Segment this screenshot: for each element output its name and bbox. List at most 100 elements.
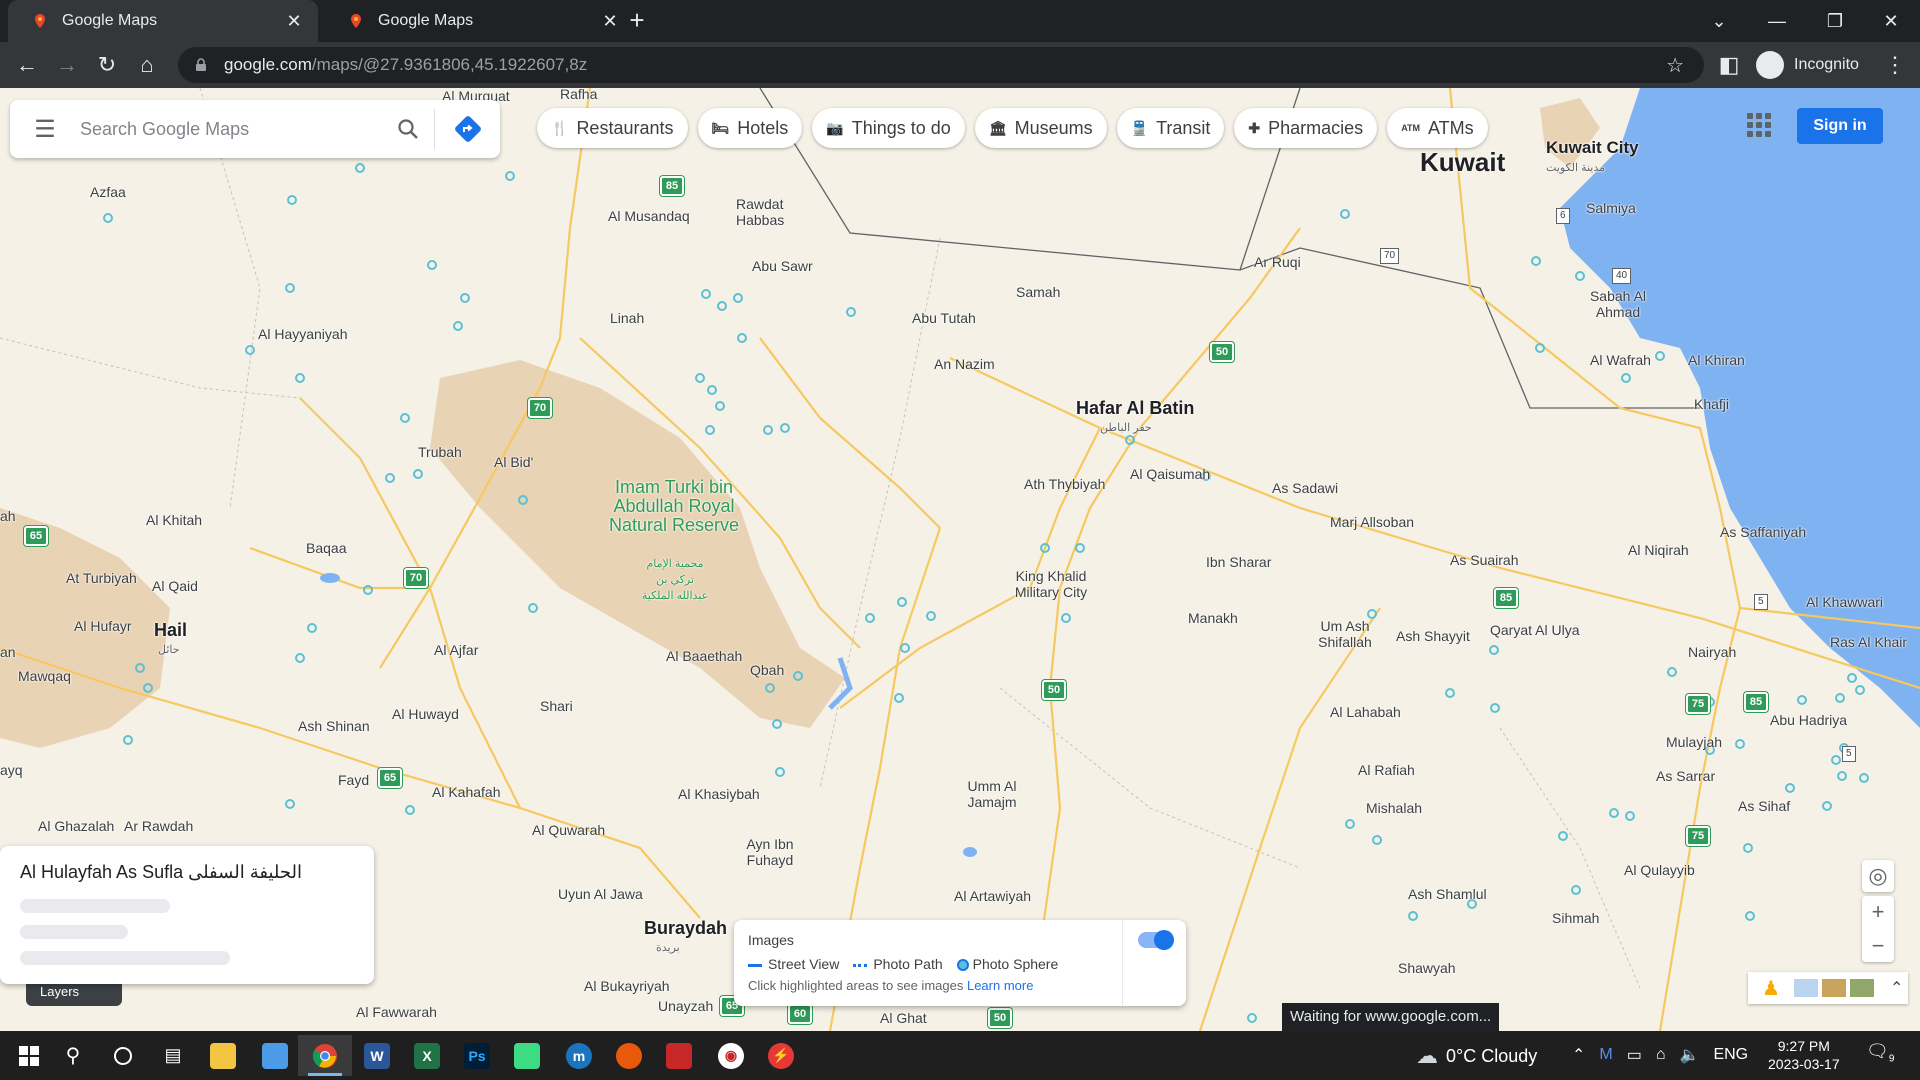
town-label[interactable]: Uyun Al Jawa	[558, 886, 643, 902]
language-indicator[interactable]: ENG	[1713, 1046, 1748, 1064]
town-label[interactable]: Ath Thybiyah	[1024, 476, 1105, 492]
imagery-thumbnail[interactable]	[1849, 979, 1874, 997]
town-label[interactable]: Mawqaq	[18, 668, 71, 684]
map-canvas[interactable]: Kuwait Kuwait City مدينة الكويت Salmiya …	[0, 88, 1920, 1031]
town-label[interactable]: Al Lahabah	[1330, 704, 1401, 720]
home-button[interactable]: ⌂	[132, 50, 162, 80]
app-icon[interactable]: m	[552, 1035, 606, 1076]
browser-tab[interactable]: Google Maps ✕	[8, 0, 318, 42]
my-location-icon[interactable]: ◎	[1862, 860, 1894, 892]
town-label[interactable]: Al Qaid	[152, 578, 198, 594]
town-label[interactable]: Al Huwayd	[392, 706, 459, 722]
town-label[interactable]: Al Wafrah	[1590, 352, 1651, 368]
town-label[interactable]: Al Kahafah	[432, 784, 501, 800]
town-label[interactable]: Baqaa	[306, 540, 346, 556]
town-label[interactable]: Al Hufayr	[74, 618, 132, 634]
chrome-icon[interactable]	[298, 1035, 352, 1076]
town-label[interactable]: Fayd	[338, 772, 369, 788]
town-label[interactable]: Mishalah	[1366, 800, 1422, 816]
town-label[interactable]: Um Ash Shifallah	[1310, 618, 1380, 650]
task-view-icon[interactable]: ▤	[146, 1035, 200, 1076]
town-label[interactable]: Linah	[610, 310, 644, 326]
back-button[interactable]: ←	[12, 50, 42, 80]
android-app-icon[interactable]	[500, 1035, 554, 1076]
town-label[interactable]: Al Qaisumah	[1130, 466, 1210, 482]
chip-hotels[interactable]: 🛏 Hotels	[697, 108, 803, 148]
tray-app-icon[interactable]: M	[1599, 1046, 1612, 1064]
zoom-out-button[interactable]: −	[1872, 933, 1885, 959]
town-label[interactable]: Shari	[540, 698, 573, 714]
town-label[interactable]: Ayn Ibn Fuhayd	[740, 836, 800, 868]
town-label[interactable]: Khafji	[1694, 396, 1729, 412]
town-label[interactable]: Umm Al Jamajm	[962, 778, 1022, 810]
city-label[interactable]: Hafar Al Batin	[1076, 399, 1194, 417]
town-label[interactable]: Al Bukayriyah	[584, 978, 670, 994]
app-icon[interactable]	[602, 1035, 656, 1076]
side-panel-icon[interactable]: ◧	[1714, 50, 1744, 80]
zoom-in-button[interactable]: +	[1872, 899, 1885, 925]
notification-icon[interactable]: 🗨9	[1866, 1041, 1894, 1065]
town-label[interactable]: Qbah	[750, 662, 784, 678]
city-label[interactable]: Hail	[154, 621, 187, 639]
learn-more-link[interactable]: Learn more	[967, 978, 1033, 993]
town-label[interactable]: ah	[0, 508, 16, 524]
town-label[interactable]: Al Hayyaniyah	[258, 326, 348, 342]
tray-chevron-icon[interactable]: ⌃	[1572, 1045, 1585, 1065]
town-label[interactable]: Rawdat Habbas	[736, 196, 796, 228]
control-panel-icon[interactable]	[248, 1035, 302, 1076]
weather-widget[interactable]: ☁ 0°C Cloudy	[1416, 1043, 1537, 1069]
chip-museums[interactable]: 🏛 Museums	[974, 108, 1107, 148]
network-icon[interactable]: ⌂	[1656, 1046, 1666, 1064]
pegman-icon[interactable]: ♟	[1762, 976, 1780, 1001]
town-label[interactable]: Al Quwarah	[532, 822, 605, 838]
browser-tab[interactable]: Google Maps ✕	[324, 0, 634, 42]
word-icon[interactable]: W	[350, 1035, 404, 1076]
town-label[interactable]: Al Bid'	[494, 454, 533, 470]
town-label[interactable]: Al Khawwari	[1806, 594, 1883, 610]
city-label[interactable]: Buraydah	[644, 919, 727, 937]
park-label[interactable]: Imam Turki bin Abdullah Royal Natural Re…	[599, 478, 749, 535]
town-label[interactable]: As Suairah	[1450, 552, 1518, 568]
incognito-profile[interactable]: Incognito	[1756, 47, 1859, 83]
file-explorer-icon[interactable]	[196, 1035, 250, 1076]
town-label[interactable]: Al Ajfar	[434, 642, 478, 658]
excel-icon[interactable]: X	[400, 1035, 454, 1076]
town-label[interactable]: Unayzah	[658, 998, 713, 1014]
media-player-icon[interactable]: ◉	[704, 1035, 758, 1076]
town-label[interactable]: Al Baaethah	[666, 648, 742, 664]
town-label[interactable]: Azfaa	[90, 184, 126, 200]
town-label[interactable]: King Khalid Military City	[1006, 568, 1096, 600]
town-label[interactable]: Sabah Al Ahmad	[1584, 288, 1652, 320]
close-tab-icon[interactable]: ✕	[600, 11, 620, 32]
address-bar[interactable]: google.com/maps/@27.9361806,45.1922607,8…	[178, 47, 1704, 83]
close-tab-icon[interactable]: ✕	[284, 11, 304, 32]
town-label[interactable]: ayq	[0, 762, 23, 778]
directions-icon[interactable]	[434, 109, 500, 149]
restore-button[interactable]: ❐	[1806, 0, 1864, 42]
images-toggle[interactable]	[1138, 930, 1174, 950]
town-label[interactable]: Al Khiran	[1688, 352, 1745, 368]
town-label[interactable]: Trubah	[418, 444, 462, 460]
town-label[interactable]: Al Qulayyib	[1624, 862, 1695, 878]
search-icon[interactable]: ⚲	[46, 1035, 100, 1076]
hamburger-menu-icon[interactable]: ☰	[10, 115, 80, 144]
town-label[interactable]: Al Khasiybah	[678, 786, 760, 802]
forward-button[interactable]: →	[52, 50, 82, 80]
expand-chevron-icon[interactable]: ⌃	[1890, 978, 1903, 998]
town-label[interactable]: Mulayjah	[1666, 734, 1722, 750]
town-label[interactable]: Al Artawiyah	[954, 888, 1031, 904]
chip-transit[interactable]: 🚆 Transit	[1116, 108, 1225, 148]
place-card[interactable]: Al Hulayfah As Sufla الحليفة السفلى	[0, 846, 374, 984]
country-label[interactable]: Kuwait	[1420, 149, 1505, 175]
chip-restaurants[interactable]: 🍴 Restaurants	[537, 108, 688, 148]
town-label[interactable]: An Nazim	[934, 356, 995, 372]
town-label[interactable]: Ash Shamlul	[1408, 886, 1487, 902]
close-window-button[interactable]: ✕	[1862, 0, 1920, 42]
town-label[interactable]: Rafha	[560, 88, 597, 102]
town-label[interactable]: As Saffaniyah	[1720, 524, 1806, 540]
town-label[interactable]: Al Rafiah	[1358, 762, 1415, 778]
battery-icon[interactable]: ▭	[1627, 1045, 1642, 1065]
app-icon[interactable]	[652, 1035, 706, 1076]
google-apps-icon[interactable]	[1744, 110, 1772, 138]
town-label[interactable]: Nairyah	[1688, 644, 1736, 660]
